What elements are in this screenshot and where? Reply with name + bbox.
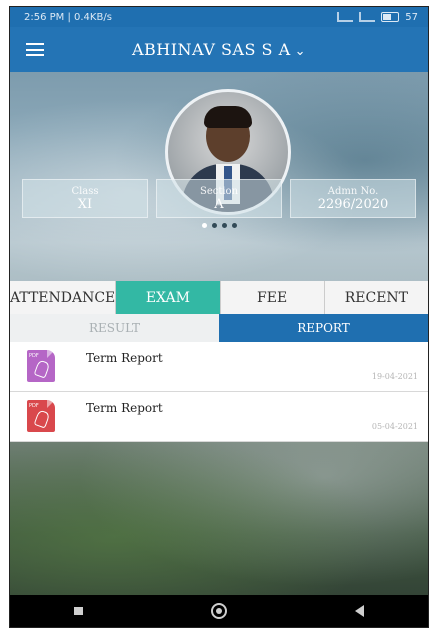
admission-label: Admn No. (327, 185, 379, 197)
subtab-result[interactable]: RESULT (10, 314, 219, 342)
admission-value: 2296/2020 (317, 196, 389, 212)
carousel-dot-2[interactable] (211, 223, 217, 228)
exam-subtabs: RESULT REPORT (10, 314, 428, 342)
report-title: Term Report (86, 401, 163, 415)
back-icon[interactable] (355, 605, 364, 617)
signal-icon-2 (359, 12, 376, 22)
main-tabs: ATTENDANCE EXAM FEE RECENT (10, 281, 428, 314)
battery-icon (381, 12, 400, 22)
report-title: Term Report (86, 351, 163, 365)
report-item[interactable]: PDF Term Report 19-04-2021 (10, 342, 428, 392)
pdf-file-icon: PDF (27, 400, 55, 432)
section-label: Section (199, 185, 239, 197)
home-icon[interactable] (211, 603, 227, 619)
pdf-file-icon: PDF (27, 350, 55, 382)
student-name: ABHINAV SAS S A (131, 40, 291, 59)
carousel-dots (10, 223, 428, 228)
chevron-down-icon: ⌄ (294, 44, 307, 59)
signal-icon (337, 12, 354, 22)
android-nav-bar (10, 595, 428, 627)
recent-apps-icon[interactable] (74, 607, 83, 615)
admission-card: Admn No. 2296/2020 (290, 179, 416, 218)
tab-exam[interactable]: EXAM (116, 281, 221, 314)
status-bar: 2:56 PM | 0.4KB/s 57 (10, 7, 428, 27)
phone-screen: 2:56 PM | 0.4KB/s 57 ABHINAV SAS S A ⌄ Cl… (9, 6, 429, 628)
report-date: 05-04-2021 (371, 422, 418, 431)
report-list: PDF Term Report 19-04-2021 PDF Term Repo… (10, 342, 428, 442)
class-label: Class (71, 185, 99, 197)
section-value: A (214, 196, 224, 212)
app-bar: ABHINAV SAS S A ⌄ (10, 27, 428, 72)
tab-fee[interactable]: FEE (221, 281, 325, 314)
report-date: 19-04-2021 (371, 372, 418, 381)
section-card: Section A (156, 179, 282, 218)
carousel-dot-4[interactable] (231, 223, 237, 228)
class-value: XI (77, 196, 93, 212)
profile-info-row: Class XI Section A Admn No. 2296/2020 (22, 179, 416, 218)
class-card: Class XI (22, 179, 148, 218)
report-item[interactable]: PDF Term Report 05-04-2021 (10, 392, 428, 442)
subtab-report[interactable]: REPORT (219, 314, 428, 342)
tab-recent[interactable]: RECENT (325, 281, 428, 314)
carousel-dot-1[interactable] (201, 223, 207, 228)
battery-level: 57 (405, 11, 418, 23)
student-selector[interactable]: ABHINAV SAS S A ⌄ (10, 40, 428, 59)
status-time: 2:56 PM | 0.4KB/s (24, 11, 112, 23)
status-icons: 57 (337, 12, 428, 23)
carousel-dot-3[interactable] (221, 223, 227, 228)
tab-attendance[interactable]: ATTENDANCE (10, 281, 117, 314)
